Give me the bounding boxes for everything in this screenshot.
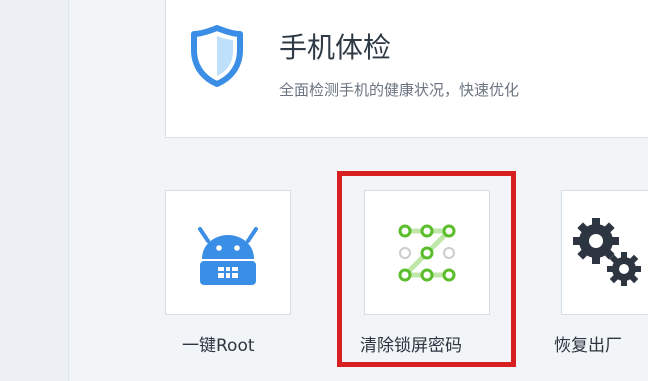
one-click-root-button[interactable]: [165, 190, 291, 315]
left-sidebar: [0, 0, 69, 381]
one-click-root-label: 一键Root: [182, 336, 255, 356]
health-check-card[interactable]: 手机体检 全面检测手机的健康状况，快速优化: [165, 0, 648, 138]
clear-lock-screen-password-label: 清除锁屏密码: [360, 336, 462, 356]
clear-lock-screen-password-button[interactable]: [364, 190, 490, 315]
pattern-lock-icon: [365, 191, 489, 314]
health-check-subtitle: 全面检测手机的健康状况，快速优化: [279, 81, 520, 99]
factory-reset-label: 恢复出厂: [554, 336, 622, 356]
shield-icon: [190, 24, 244, 88]
health-check-title: 手机体检: [279, 31, 392, 64]
gears-icon: [562, 191, 648, 314]
app-window: 手机体检 全面检测手机的健康状况，快速优化 一键Root 清除锁屏密码 恢复出厂: [0, 0, 648, 381]
android-icon: [166, 191, 290, 314]
factory-reset-button[interactable]: [561, 190, 648, 315]
